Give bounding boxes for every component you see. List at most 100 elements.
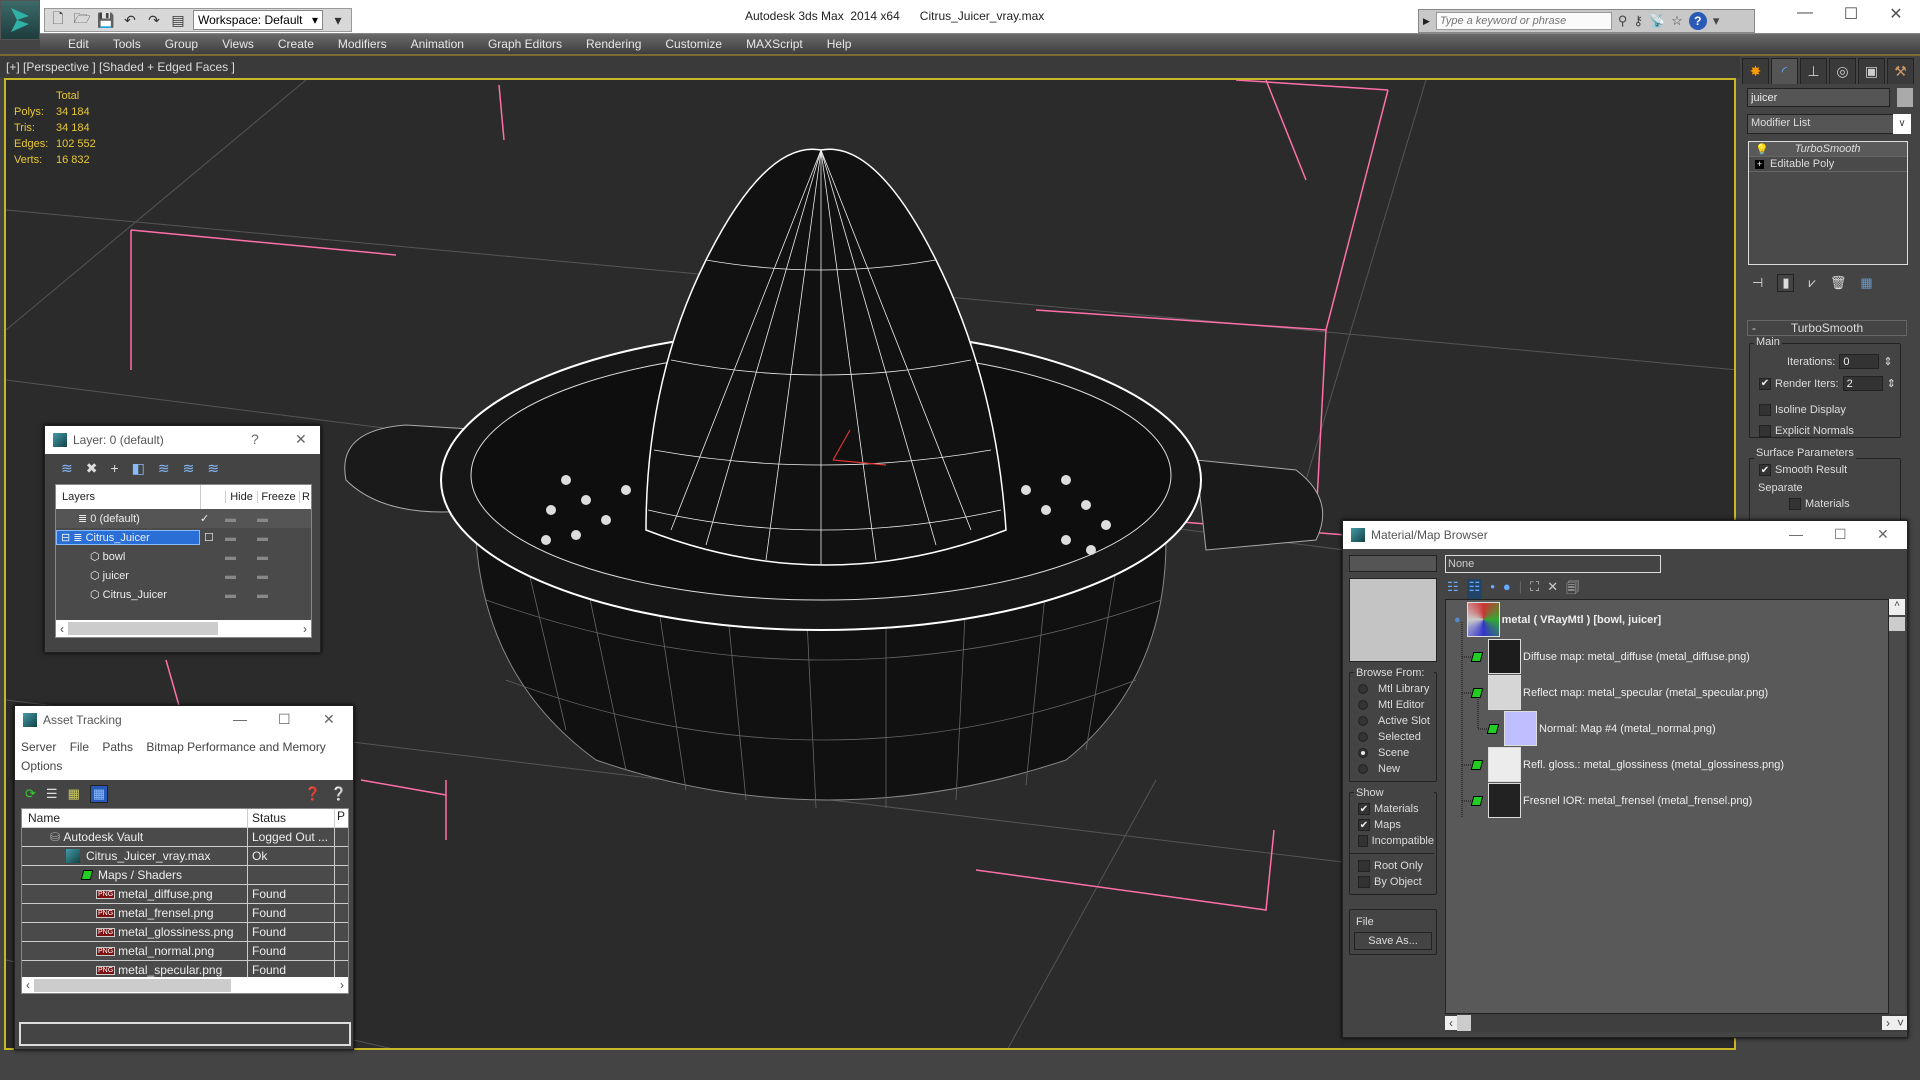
column-header-render[interactable]: R [299, 491, 310, 503]
menu-views[interactable]: Views [210, 37, 266, 51]
collapse-icon[interactable]: ⊟ [61, 532, 70, 544]
sphere-icon[interactable]: ● [1503, 579, 1511, 601]
layer-row[interactable]: ≣ 0 (default) ✓ ▬ ▬ [56, 509, 311, 528]
scroll-left-icon[interactable]: ‹ [56, 622, 68, 636]
help-icon[interactable]: ❓ [305, 786, 321, 802]
tab-motion[interactable]: ◎ [1829, 58, 1856, 84]
maximize-button[interactable]: ☐ [1836, 4, 1866, 24]
show-maps-checkbox[interactable]: ✔ [1358, 819, 1370, 831]
open-file-icon[interactable]: 🗁 [73, 10, 91, 29]
remove-modifier-icon[interactable]: 🗑 [1830, 275, 1847, 291]
explicit-normals-checkbox[interactable] [1759, 425, 1771, 437]
map-item[interactable]: Refl. gloss.: metal_glossiness (metal_gl… [1470, 747, 1784, 782]
citrus-juicer-model[interactable] [344, 148, 1324, 809]
object-row[interactable]: ⬡ juicer ▬ ▬ [56, 566, 311, 585]
hide-toggle[interactable]: ▬ [225, 551, 257, 563]
freeze-toggle[interactable]: ▬ [257, 570, 299, 582]
radio-scene[interactable]: Scene [1358, 745, 1434, 761]
menu-help[interactable]: Help [815, 37, 864, 51]
map-item[interactable]: Normal: Map #4 (metal_normal.png) [1486, 711, 1716, 746]
map-item[interactable]: Reflect map: metal_specular (metal_specu… [1470, 675, 1768, 710]
tab-utilities[interactable]: ⚒ [1887, 58, 1914, 84]
layer-properties-icon[interactable]: ≋ [207, 460, 219, 477]
lightbulb-icon[interactable]: 💡 [1755, 143, 1769, 156]
undo-icon[interactable]: ↶ [121, 11, 139, 29]
render-iters-spinner[interactable] [1842, 376, 1883, 391]
delete-layer-icon[interactable]: ✖ [86, 460, 98, 477]
show-end-result-icon[interactable]: ▮ [1777, 274, 1795, 292]
horizontal-scrollbar[interactable]: ‹ › ˅ [1445, 1014, 1907, 1032]
menu-animation[interactable]: Animation [399, 37, 476, 51]
menu-rendering[interactable]: Rendering [574, 37, 653, 51]
asset-row[interactable]: PNG metal_diffuse.png Found [22, 885, 348, 904]
close-button[interactable]: ✕ [295, 431, 307, 448]
hide-toggle[interactable]: ▬ [225, 532, 257, 544]
turbosmooth-rollout-header[interactable]: - TurboSmooth [1747, 320, 1907, 336]
viewport-label[interactable]: [+] [Perspective ] [Shaded + Edged Faces… [6, 60, 235, 74]
scrollbar-thumb[interactable] [34, 978, 231, 992]
radio-new[interactable]: New [1358, 761, 1434, 777]
horizontal-scrollbar[interactable]: ‹ › [56, 620, 311, 637]
select-layer-icon[interactable]: ≋ [158, 460, 170, 477]
column-header-hide[interactable]: Hide [225, 491, 257, 503]
minimize-button[interactable]: — [1789, 526, 1803, 542]
small-dot-icon[interactable]: • [1490, 579, 1495, 601]
scroll-right-icon[interactable]: › [340, 978, 348, 992]
customize-toolbar-icon[interactable]: ▾ [329, 11, 347, 29]
chevron-down-icon[interactable]: ▾ [1713, 13, 1720, 29]
menu-bitmap-performance[interactable]: Bitmap Performance and Memory [146, 740, 325, 754]
radio-button[interactable] [1358, 684, 1368, 694]
menu-edit[interactable]: Edit [56, 37, 101, 51]
stack-item-turbosmooth[interactable]: 💡 TurboSmooth [1749, 142, 1907, 157]
dialog-title-bar[interactable]: Asset Tracking — ☐ ✕ [15, 706, 353, 734]
show-materials-checkbox[interactable]: ✔ [1358, 803, 1370, 815]
radio-mtl-library[interactable]: Mtl Library [1358, 681, 1434, 697]
satellite-icon[interactable]: 📡 [1649, 13, 1665, 29]
render-iters-checkbox[interactable]: ✔ [1759, 377, 1771, 390]
save-icon[interactable]: 💾 [97, 11, 115, 29]
list-view-icon[interactable]: ☷ [1447, 579, 1459, 601]
chevron-down-icon[interactable]: ˅ [1893, 1016, 1907, 1030]
radio-button[interactable] [1358, 700, 1368, 710]
expand-arrow-icon[interactable]: ▶ [1423, 16, 1430, 27]
configure-modifier-sets-icon[interactable]: ▦ [1860, 275, 1872, 291]
maximize-button[interactable]: ☐ [278, 711, 291, 728]
menu-server[interactable]: Server [21, 740, 56, 754]
workspace-dropdown[interactable]: Workspace: Default ▾ [193, 10, 323, 30]
radio-button[interactable] [1358, 748, 1368, 758]
radio-selected[interactable]: Selected [1358, 729, 1434, 745]
menu-create[interactable]: Create [266, 37, 326, 51]
current-layer-check[interactable]: ✓ [200, 512, 225, 525]
scroll-right-icon[interactable]: › [1881, 1016, 1894, 1030]
menu-customize[interactable]: Customize [653, 37, 734, 51]
root-only-checkbox[interactable] [1358, 860, 1370, 872]
name-field[interactable] [1349, 555, 1437, 572]
object-color-swatch[interactable] [1897, 88, 1913, 107]
save-as-button[interactable]: Save As... [1354, 932, 1432, 950]
new-file-icon[interactable]: 🗋 [49, 10, 67, 29]
menu-file[interactable]: File [70, 740, 89, 754]
minimize-button[interactable]: — [233, 711, 247, 727]
spinner-arrows-icon[interactable]: ⇕ [1887, 377, 1896, 390]
dialog-title-bar[interactable]: Material/Map Browser — ☐ ✕ [1343, 521, 1907, 549]
asset-row[interactable]: ⛁ Autodesk Vault Logged Out ... [22, 828, 348, 847]
freeze-toggle[interactable]: ▬ [257, 532, 299, 544]
filter-field[interactable] [1445, 555, 1661, 573]
column-header-path[interactable]: P [335, 809, 345, 827]
hide-toggle[interactable]: ▬ [225, 513, 257, 525]
vertical-scrollbar[interactable]: ˄ [1889, 599, 1905, 1014]
scroll-left-icon[interactable]: ‹ [1445, 1016, 1457, 1030]
radio-button[interactable] [1358, 764, 1368, 774]
expand-plus-icon[interactable]: + [1755, 159, 1764, 169]
make-unique-icon[interactable]: ⩗ [1808, 275, 1815, 291]
scrollbar-thumb[interactable] [1889, 617, 1905, 631]
select-objects-in-layer-icon[interactable]: ◧ [132, 460, 145, 477]
menu-maxscript[interactable]: MAXScript [734, 37, 815, 51]
radio-button[interactable] [1358, 716, 1368, 726]
radio-mtl-editor[interactable]: Mtl Editor [1358, 697, 1434, 713]
column-header-name[interactable]: Name [22, 809, 248, 827]
tree-view-icon[interactable]: ▦ [68, 786, 80, 802]
tab-hierarchy[interactable]: ⊥ [1800, 58, 1827, 84]
help-button[interactable]: ? [251, 431, 259, 447]
freeze-toggle[interactable]: ▬ [257, 551, 299, 563]
